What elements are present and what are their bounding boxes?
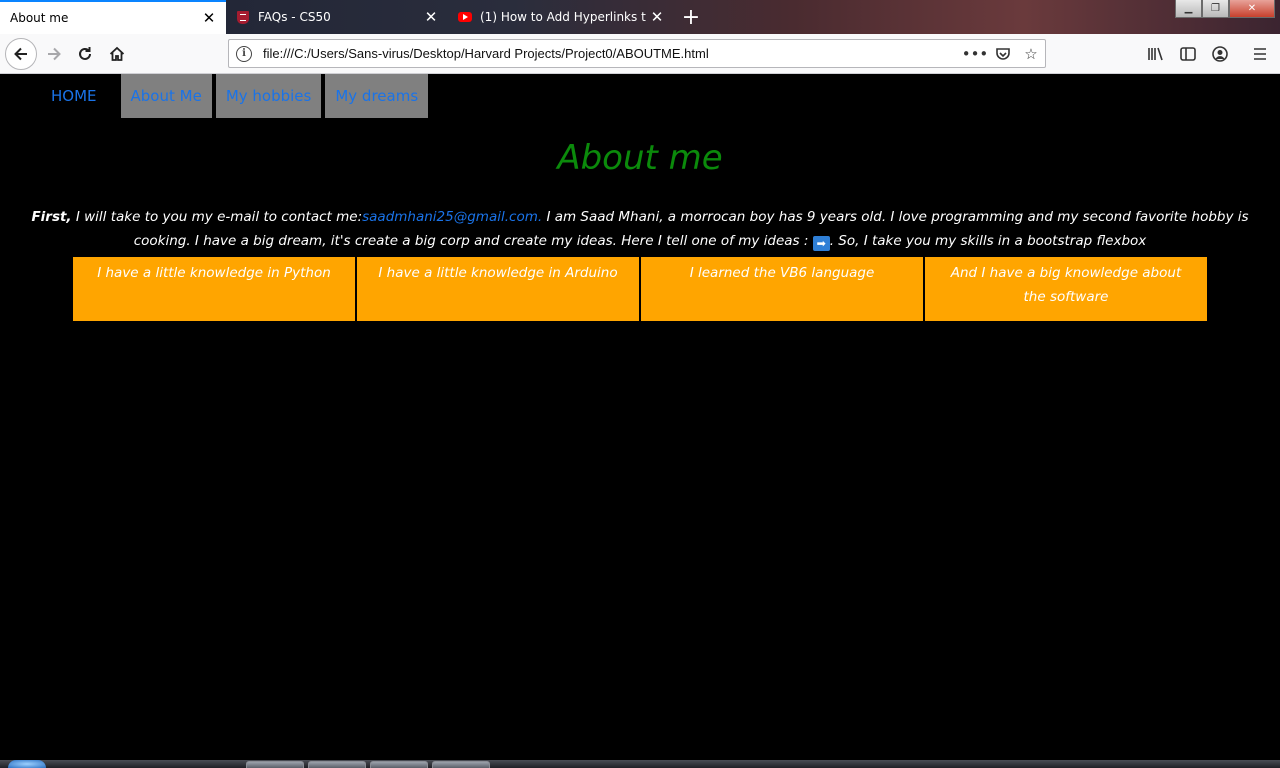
close-tab-icon[interactable]: ✕: [420, 6, 442, 28]
arrow-left-icon: [14, 47, 27, 61]
restore-button[interactable]: ❐: [1202, 0, 1229, 18]
page-title: About me: [557, 138, 723, 178]
more-actions-icon[interactable]: •••: [961, 40, 989, 68]
intro-text-1: I will take to you my e-mail to contact …: [71, 208, 363, 225]
intro-text-3: . So, I take you my skills in a bootstra…: [829, 232, 1147, 249]
arrow-right-emoji-icon: ➡: [812, 235, 830, 251]
taskbar-item[interactable]: [246, 761, 304, 768]
sidebar-icon[interactable]: [1174, 40, 1202, 68]
info-icon[interactable]: i: [236, 45, 252, 62]
reload-button[interactable]: [71, 40, 99, 68]
taskbar-item[interactable]: [370, 761, 428, 768]
skill-card-software: And I have a big knowledge about the sof…: [925, 257, 1207, 321]
tab-label: FAQs - CS50: [258, 10, 331, 24]
nav-link-home[interactable]: HOME: [41, 74, 107, 118]
skill-card-arduino: I have a little knowledge in Arduino: [357, 257, 639, 321]
skill-card-python: I have a little knowledge in Python: [73, 257, 355, 321]
arrow-right-icon: [48, 47, 61, 61]
address-bar[interactable]: i file:///C:/Users/Sans-virus/Desktop/Ha…: [228, 39, 1046, 68]
nav-link-my-dreams[interactable]: My dreams: [325, 74, 429, 118]
tab-label: (1) How to Add Hyperlinks to a: [480, 10, 646, 24]
skill-card-vb6: I learned the VB6 language: [641, 257, 923, 321]
tab-youtube[interactable]: (1) How to Add Hyperlinks to a ✕: [450, 0, 674, 34]
close-tab-icon[interactable]: ✕: [198, 7, 220, 29]
intro-lead: First,: [31, 208, 72, 225]
minimize-button[interactable]: ▁: [1175, 0, 1202, 18]
bookmark-star-icon[interactable]: ☆: [1017, 40, 1045, 68]
pocket-icon[interactable]: [989, 40, 1017, 68]
tab-about-me[interactable]: About me ✕: [0, 0, 226, 34]
nav-link-about-me[interactable]: About Me: [120, 74, 212, 118]
taskbar-item[interactable]: [432, 761, 490, 768]
tab-strip: About me ✕ FAQs - CS50 ✕ (1) How to Add …: [0, 0, 1280, 34]
close-window-button[interactable]: ✕: [1229, 0, 1275, 18]
email-link[interactable]: saadmhani25@gmail.com.: [362, 209, 542, 225]
site-nav: HOME About Me My hobbies My dreams: [41, 74, 432, 118]
harvard-shield-icon: [236, 10, 250, 24]
reload-icon: [79, 47, 91, 60]
hamburger-menu-icon[interactable]: [1246, 40, 1274, 68]
back-button[interactable]: [5, 38, 37, 70]
page-content: HOME About Me My hobbies My dreams About…: [0, 74, 1280, 760]
nav-link-my-hobbies[interactable]: My hobbies: [215, 74, 322, 118]
forward-button[interactable]: [40, 40, 68, 68]
close-tab-icon[interactable]: ✕: [646, 6, 668, 28]
skills-flexbox: I have a little knowledge in Python I ha…: [73, 257, 1207, 321]
os-taskbar: [0, 760, 1280, 768]
url-text[interactable]: file:///C:/Users/Sans-virus/Desktop/Harv…: [263, 46, 961, 61]
window-controls: ▁ ❐ ✕: [1175, 0, 1275, 18]
account-icon[interactable]: [1206, 40, 1234, 68]
start-button[interactable]: [8, 760, 46, 768]
intro-paragraph: First, I will take to you my e-mail to c…: [6, 205, 1274, 253]
youtube-icon: [458, 10, 472, 24]
tab-label: About me: [10, 11, 69, 25]
new-tab-button[interactable]: +: [678, 4, 704, 30]
library-icon[interactable]: [1142, 40, 1170, 68]
home-icon: [109, 46, 125, 61]
home-button[interactable]: [103, 40, 131, 68]
taskbar-item[interactable]: [308, 761, 366, 768]
navigation-toolbar: i file:///C:/Users/Sans-virus/Desktop/Ha…: [0, 34, 1280, 74]
tab-faqs-cs50[interactable]: FAQs - CS50 ✕: [228, 0, 448, 34]
